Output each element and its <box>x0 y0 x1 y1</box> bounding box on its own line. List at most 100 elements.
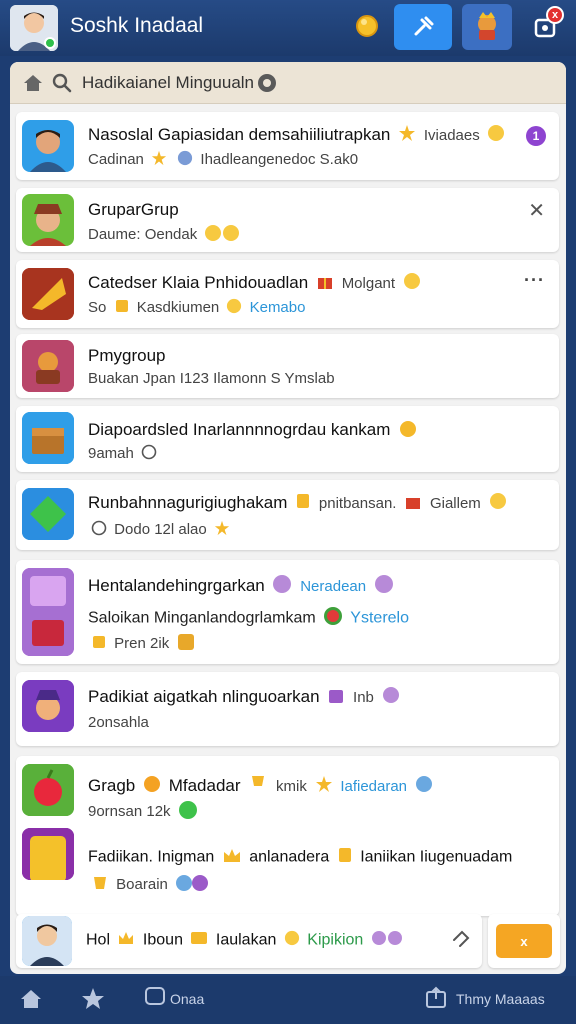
message-tag: Molgant <box>341 274 396 292</box>
send-area: x <box>488 914 560 968</box>
trophy-icon <box>248 774 268 799</box>
composer-text-2: Iboun <box>142 931 183 949</box>
message-title-3: Ianiikan Iiugenuadam <box>360 848 513 866</box>
message-tag: Iviadaes <box>423 126 480 144</box>
coin-icon[interactable] <box>354 13 380 44</box>
list-item[interactable]: Runbahnnagurigiughakam pnitbansan. Giall… <box>16 480 559 550</box>
tool-icon <box>414 16 434 36</box>
message-tag: Inb <box>353 688 374 706</box>
message-title: Catedser Klaia Pnhidouadlan <box>88 272 309 292</box>
coin-icon <box>91 874 109 896</box>
nav-share-icon[interactable] <box>424 986 448 1015</box>
smile-icon <box>204 224 240 246</box>
message-preview-2: Pren 2ik <box>114 634 170 652</box>
coin-icon <box>91 634 107 654</box>
bag-icon <box>327 686 345 709</box>
more-options-icon[interactable]: ··· <box>524 270 545 291</box>
message-preview: So <box>88 298 107 316</box>
star-icon <box>151 150 167 170</box>
avatar <box>22 268 74 320</box>
message-title: Nasoslal Gapiasidan demsahiiliutrapkan <box>88 124 391 144</box>
search-bar[interactable]: Hadikaianel Minguualn <box>10 62 566 104</box>
message-preview: Daume: Oendak <box>88 225 198 243</box>
list-item[interactable]: Padikiat aigatkah nlinguoarkan Inb 2onsa… <box>16 672 559 746</box>
crown-icon <box>117 930 135 951</box>
nav-label[interactable]: Onaa <box>170 991 204 1007</box>
info-icon <box>175 874 211 896</box>
list-item[interactable]: Pmygroup Buakan Jpan I123 Ilamonn S Ymsl… <box>16 334 559 398</box>
star-icon <box>315 775 333 798</box>
avatar <box>22 194 74 246</box>
coin-icon <box>337 846 353 869</box>
watermelon-icon <box>323 606 343 631</box>
settings-badge-icon[interactable] <box>256 72 278 99</box>
list-item[interactable]: Nasoslal Gapiasidan demsahiiliutrapkan I… <box>16 112 559 180</box>
coin-icon <box>295 492 311 515</box>
smile-icon <box>284 930 300 951</box>
app-title: Soshk Inadaal <box>70 14 204 37</box>
smile-icon <box>403 272 421 295</box>
online-indicator <box>44 37 56 49</box>
coin-icon <box>398 418 418 443</box>
search-input[interactable]: Hadikaianel Minguualn <box>82 73 254 93</box>
check-icon <box>178 800 198 824</box>
send-button[interactable]: x <box>496 924 552 958</box>
bottom-nav: Onaa Thmy Maaaas <box>0 976 576 1024</box>
message-title: Fadiikan. Inigman <box>88 848 215 866</box>
composer-text-3: Iaulakan <box>215 931 277 949</box>
message-title-2: anlanadera <box>249 848 330 866</box>
nav-home-icon[interactable] <box>18 986 44 1017</box>
message-preview: Boarain <box>116 875 168 893</box>
avatar <box>22 828 74 880</box>
message-tag: pnitbansan. <box>318 494 397 512</box>
notification-button[interactable]: x <box>530 6 564 42</box>
smile-icon <box>143 775 161 798</box>
message-title: Hentalandehingrgarkan <box>88 575 265 595</box>
search-icon[interactable] <box>52 73 72 98</box>
nav-star-icon[interactable] <box>80 986 106 1017</box>
user-avatar[interactable] <box>10 5 58 51</box>
message-title: Diapoardsled Inarlannnnogrdau kankam <box>88 419 391 439</box>
message-link[interactable]: Ysterelo <box>350 610 409 627</box>
smile-icon <box>489 492 507 515</box>
game-button[interactable] <box>462 4 512 50</box>
message-preview: Cadinan <box>88 150 144 168</box>
message-title: Runbahnnagurigiughakam <box>88 492 288 512</box>
list-item[interactable]: Hentalandehingrgarkan Neradean Saloikan … <box>16 560 559 664</box>
message-title: Padikiat aigatkah nlinguoarkan <box>88 686 320 706</box>
list-item[interactable]: Catedser Klaia Pnhidouadlan Molgant ··· … <box>16 260 559 328</box>
avatar <box>22 412 74 464</box>
message-link[interactable]: Kemabo <box>250 299 306 316</box>
message-link[interactable]: Iafiedaran <box>340 778 407 795</box>
message-preview: 9amah <box>88 444 134 462</box>
game-character-icon <box>478 12 496 40</box>
avatar <box>22 340 74 392</box>
attach-icon[interactable] <box>450 930 470 955</box>
close-icon[interactable]: ✕ <box>528 198 545 223</box>
info-icon <box>374 574 394 599</box>
gift-icon <box>316 272 334 295</box>
coin-icon <box>114 298 130 318</box>
clock-icon <box>91 520 107 540</box>
info-icon <box>415 775 433 798</box>
message-title-3: kmik <box>276 777 307 795</box>
message-tag-2: Giallem <box>429 494 481 512</box>
list-item[interactable]: GruparGrup ✕ Daume: Oendak <box>16 188 559 252</box>
list-item[interactable]: Gragb Mfadadar kmik Iafiedaran 9ornsan 1… <box>16 756 559 916</box>
coin-icon <box>190 930 208 951</box>
avatar <box>22 680 74 732</box>
smile-icon <box>487 124 505 147</box>
home-icon[interactable] <box>22 72 44 99</box>
message-title: Pmygroup <box>88 346 166 365</box>
composer-text: Hol <box>86 931 111 949</box>
list-item[interactable]: Diapoardsled Inarlannnnogrdau kankam 9am… <box>16 406 559 472</box>
nav-chat-icon[interactable] <box>144 986 166 1013</box>
tool-button[interactable] <box>394 4 452 50</box>
nav-label-right[interactable]: Thmy Maaaas <box>456 991 545 1007</box>
message-composer[interactable]: Hol Iboun Iaulakan Kipikion <box>16 914 482 968</box>
star-icon <box>398 124 416 147</box>
info-icon <box>371 930 405 951</box>
message-preview: Dodo 12l alao <box>114 520 207 538</box>
star-icon <box>214 520 230 540</box>
clock-icon <box>141 444 157 464</box>
